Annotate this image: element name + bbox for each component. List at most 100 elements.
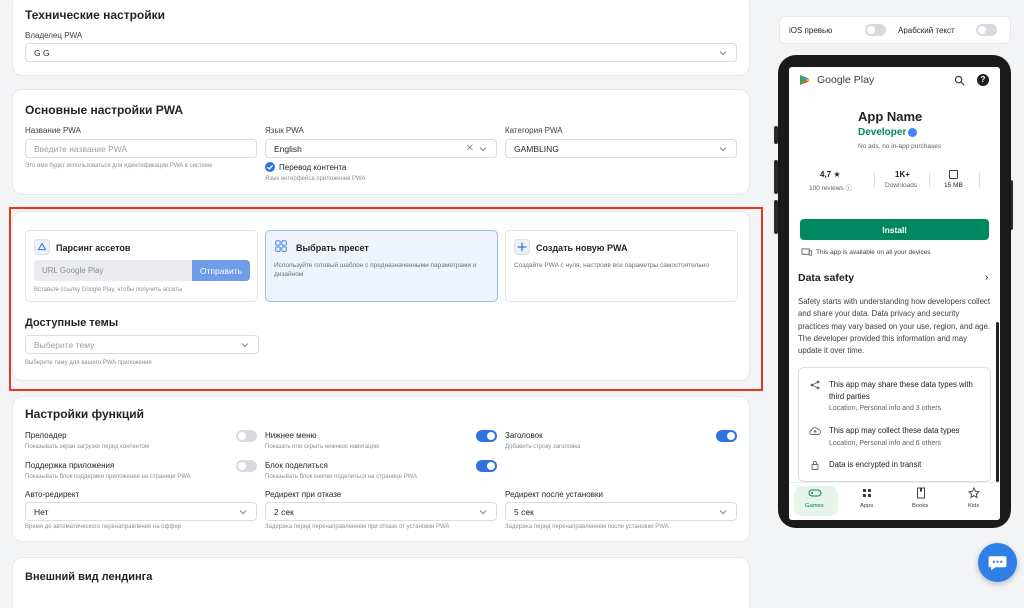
header-toggle[interactable] — [716, 430, 737, 442]
nav-games-label: Games — [805, 503, 824, 509]
auto-redirect-label: Авто-редирект — [25, 490, 80, 499]
feature-settings-title: Настройки функций — [25, 407, 145, 421]
install-redirect-select[interactable]: 5 сек — [505, 502, 737, 521]
tech-settings-title: Технические настройки — [25, 8, 165, 22]
owner-select[interactable]: G G — [25, 43, 737, 62]
install-redirect-hint: Задержка перед перенаправлением после ус… — [505, 524, 669, 530]
share-data-title: This app may share these data types with… — [829, 380, 973, 401]
fail-redirect-label: Редирект при отказе — [265, 490, 342, 499]
app-size: 15 MB — [944, 182, 963, 189]
pwa-category-label: Категория PWA — [505, 126, 563, 135]
preloader-toggle[interactable] — [236, 430, 257, 442]
chat-bubble-icon — [988, 556, 1007, 571]
fail-redirect-hint: Задержка перед перенаправлением при отка… — [265, 524, 450, 530]
pwa-category-value: GAMBLING — [514, 143, 559, 154]
install-redirect-value: 5 сек — [514, 506, 534, 517]
download-size-icon — [949, 170, 958, 179]
share-icon — [810, 380, 820, 390]
app-name: App Name — [858, 109, 923, 124]
encrypted-note: Data is encrypted in transit — [829, 460, 922, 469]
support-hint: Показывать блок поддержки приложения на … — [25, 474, 191, 480]
developer-name[interactable]: Developer — [858, 127, 906, 138]
rating-value: 4,7 ★ — [820, 170, 841, 179]
chevron-down-icon — [479, 147, 487, 152]
apps-grid-icon — [863, 489, 871, 497]
chevron-down-icon — [719, 51, 727, 56]
star-icon — [968, 487, 980, 499]
search-icon[interactable] — [954, 75, 965, 86]
chevron-down-icon — [479, 510, 487, 515]
lock-icon — [811, 461, 819, 470]
chevron-down-icon — [719, 510, 727, 515]
install-button[interactable]: Install — [800, 219, 989, 240]
chevron-down-icon — [239, 510, 247, 515]
ads-note: No ads, no in-app purchases — [858, 143, 942, 150]
chevron-right-icon[interactable]: › — [985, 272, 988, 283]
devices-icon — [801, 248, 812, 256]
chat-button[interactable] — [978, 543, 1017, 582]
support-toggle[interactable] — [236, 460, 257, 472]
phone-screen: Google Play ? App Name Developer No ads,… — [789, 67, 1000, 520]
chevron-down-icon — [719, 147, 727, 152]
google-play-logo-icon — [800, 75, 810, 85]
pwa-language-value: English — [274, 143, 302, 154]
arabic-text-toggle[interactable] — [976, 24, 997, 36]
header-label: Заголовок — [505, 431, 543, 440]
auto-redirect-value: Нет — [34, 506, 49, 517]
reviews-count: 100 reviews ⓘ — [809, 185, 852, 192]
check-icon — [267, 164, 274, 170]
nav-books-label[interactable]: Books — [912, 503, 928, 509]
owner-label: Владелец PWA — [25, 31, 83, 40]
pwa-language-select[interactable]: English ✕ — [265, 139, 497, 158]
pwa-name-placeholder: Введите название PWA — [34, 143, 128, 154]
bottom-menu-hint: Показать или скрыть нижнюю навигацию — [265, 444, 380, 450]
preloader-label: Прелоадер — [25, 431, 67, 440]
stat-divider — [929, 172, 930, 188]
fail-redirect-select[interactable]: 2 сек — [265, 502, 497, 521]
pwa-name-input[interactable]: Введите название PWA — [25, 139, 257, 158]
data-safety-title[interactable]: Data safety — [798, 272, 854, 284]
store-name: Google Play — [817, 74, 875, 86]
pwa-category-select[interactable]: GAMBLING — [505, 139, 737, 158]
help-icon[interactable]: ? — [977, 74, 989, 86]
share-block-label: Блок поделиться — [265, 461, 328, 470]
bottom-menu-toggle[interactable] — [476, 430, 497, 442]
book-icon — [917, 487, 925, 499]
clear-icon[interactable]: ✕ — [466, 143, 474, 154]
data-safety-text: Safety starts with understanding how dev… — [798, 297, 990, 356]
collect-data-sub: Location, Personal info and 6 others — [829, 440, 942, 447]
auto-redirect-select[interactable]: Нет — [25, 502, 257, 521]
translate-hint: Язык интерфейса приложения PWA — [265, 176, 366, 182]
downloads-value: 1K+ — [895, 170, 910, 179]
pwa-language-label: Язык PWA — [265, 126, 304, 135]
downloads-label: Downloads — [885, 182, 918, 189]
nav-apps-label[interactable]: Apps — [860, 503, 873, 509]
phone-scrollbar[interactable] — [996, 322, 999, 482]
install-redirect-label: Редирект после установки — [505, 490, 603, 499]
pwa-name-hint: Это имя будет использоваться для идентиф… — [25, 163, 213, 169]
auto-redirect-hint: Время до автоматического перенаправления… — [25, 524, 182, 530]
share-data-sub: Location, Personal info and 3 others — [829, 405, 942, 412]
basic-settings-title: Основные настройки PWA — [25, 103, 184, 117]
nav-kids-label[interactable]: Kids — [968, 503, 979, 509]
ios-preview-label: iOS превью — [789, 26, 833, 35]
stat-divider — [979, 172, 980, 188]
share-block-hint: Показывать блок кнопки поделиться на стр… — [265, 474, 418, 480]
header-hint: Добавить строку заголовка — [505, 444, 581, 450]
gamepad-icon — [808, 489, 822, 497]
highlight-frame — [9, 207, 763, 391]
landing-title: Внешний вид лендинга — [25, 571, 153, 583]
owner-value: G G — [34, 47, 50, 58]
share-block-toggle[interactable] — [476, 460, 497, 472]
collect-data-title: This app may collect these data types — [829, 426, 960, 435]
ios-preview-toggle[interactable] — [865, 24, 886, 36]
translate-label: Перевод контента — [279, 163, 347, 172]
available-note: This app is available on all your device… — [816, 249, 931, 256]
preloader-hint: Показывать экран загрузки перед контенто… — [25, 444, 149, 450]
cloud-upload-icon — [809, 427, 821, 435]
pwa-name-label: Название PWA — [25, 126, 81, 135]
translate-checkbox[interactable] — [265, 162, 275, 172]
bottom-menu-label: Нижнее меню — [265, 431, 317, 440]
fail-redirect-value: 2 сек — [274, 506, 294, 517]
stat-divider — [874, 172, 875, 188]
